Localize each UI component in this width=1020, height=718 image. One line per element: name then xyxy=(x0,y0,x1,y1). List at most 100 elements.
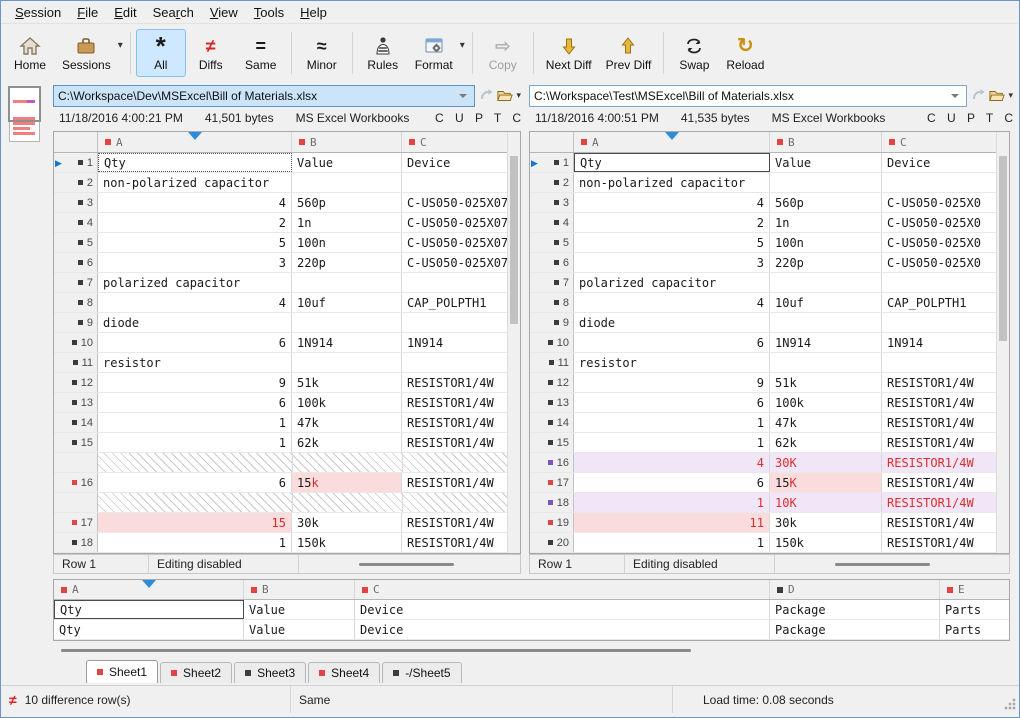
cell[interactable]: RESISTOR1/4W xyxy=(882,493,996,512)
cell[interactable]: RESISTOR1/4W xyxy=(882,393,996,412)
cell[interactable]: Device xyxy=(402,153,507,172)
right-browse-dropdown-icon[interactable]: ▾ xyxy=(1008,90,1013,101)
cell[interactable] xyxy=(292,273,402,292)
merged-column-header-b[interactable]: B xyxy=(244,580,355,599)
cell[interactable]: 1 xyxy=(574,533,770,552)
table-row[interactable]: 8410ufCAP_POLPTH1 xyxy=(530,293,996,313)
cell[interactable]: 1N914 xyxy=(882,333,996,352)
merged-header-row[interactable]: QtyValueDevicePackageParts xyxy=(54,600,1009,620)
column-header-c[interactable]: C xyxy=(882,132,996,152)
vertical-scrollbar-thumb[interactable] xyxy=(510,156,518,324)
cell[interactable]: 100k xyxy=(292,393,402,412)
row-number-cell[interactable]: 15 xyxy=(54,433,98,452)
table-row[interactable]: 17615KRESISTOR1/4W xyxy=(530,473,996,493)
format-dropdown-icon[interactable]: ▾ xyxy=(460,40,465,51)
cell[interactable]: C-US050-025X0 xyxy=(882,253,996,272)
cell[interactable]: RESISTOR1/4W xyxy=(402,373,507,392)
merged-column-header-d[interactable]: D xyxy=(770,580,940,599)
bottom-horizontal-scrollbar-thumb[interactable] xyxy=(61,649,691,652)
row-number-cell[interactable]: 5 xyxy=(530,233,574,252)
row-number-cell[interactable]: 4 xyxy=(54,213,98,232)
cell[interactable] xyxy=(882,273,996,292)
cell[interactable]: polarized capacitor xyxy=(574,273,770,292)
table-row[interactable]: 11resistor xyxy=(530,353,996,373)
left-refresh-icon[interactable] xyxy=(478,87,494,105)
cell[interactable]: resistor xyxy=(574,353,770,372)
cell[interactable]: 15K xyxy=(770,473,882,492)
left-file-flags[interactable]: C U P T C xyxy=(435,111,521,125)
table-row[interactable]: 2non-polarized capacitor xyxy=(530,173,996,193)
cell[interactable]: 2 xyxy=(574,213,770,232)
row-number-cell[interactable]: 8 xyxy=(530,293,574,312)
cell[interactable]: 4 xyxy=(98,293,292,312)
diff-map[interactable] xyxy=(9,87,40,142)
cell[interactable]: 1 xyxy=(98,433,292,452)
cell[interactable]: RESISTOR1/4W xyxy=(882,433,996,452)
cell[interactable] xyxy=(770,273,882,292)
menu-item-view[interactable]: View xyxy=(202,2,246,23)
cell[interactable] xyxy=(882,353,996,372)
right-refresh-icon[interactable] xyxy=(970,87,986,105)
resize-grip-icon[interactable] xyxy=(1004,698,1016,710)
menu-item-edit[interactable]: Edit xyxy=(106,2,144,23)
left-browse-folder-icon[interactable] xyxy=(497,87,513,105)
cell[interactable]: 3 xyxy=(574,253,770,272)
cell[interactable]: 3 xyxy=(98,253,292,272)
table-row[interactable]: 421nC-US050-025X07 xyxy=(54,213,507,233)
cell[interactable]: C-US050-025X07 xyxy=(402,233,507,252)
row-number-cell[interactable]: 7 xyxy=(530,273,574,292)
same-button[interactable]: = Same xyxy=(236,29,286,77)
cell[interactable]: 30K xyxy=(770,453,882,472)
row-number-cell[interactable]: 2 xyxy=(54,173,98,192)
row-number-cell[interactable]: 16 xyxy=(54,473,98,492)
menu-item-help[interactable]: Help xyxy=(292,2,335,23)
row-number-cell[interactable]: 8 xyxy=(54,293,98,312)
left-horizontal-scrollbar-thumb[interactable] xyxy=(359,563,454,566)
left-path-input[interactable]: C:\Workspace\Dev\MSExcel\Bill of Materia… xyxy=(53,85,475,107)
cell[interactable] xyxy=(292,353,402,372)
cell[interactable] xyxy=(292,313,402,332)
prev-diff-button[interactable]: Prev Diff xyxy=(599,29,659,77)
cell[interactable]: diode xyxy=(98,313,292,332)
cell[interactable]: 1N914 xyxy=(292,333,402,352)
row-number-cell[interactable]: 4 xyxy=(530,213,574,232)
cell[interactable]: Value xyxy=(244,600,355,619)
row-number-cell[interactable]: 20 xyxy=(530,533,574,552)
placeholder-row[interactable] xyxy=(54,453,507,473)
column-header-b[interactable]: B xyxy=(292,132,402,152)
cell[interactable]: Package xyxy=(770,620,940,639)
placeholder-row[interactable] xyxy=(54,493,507,513)
cell[interactable]: 51k xyxy=(292,373,402,392)
row-number-cell[interactable]: 6 xyxy=(530,253,574,272)
cell[interactable]: RESISTOR1/4W xyxy=(882,453,996,472)
cell[interactable]: Qty xyxy=(54,620,244,639)
menu-item-file[interactable]: File xyxy=(69,2,106,23)
table-row[interactable]: 8410ufCAP_POLPTH1 xyxy=(54,293,507,313)
cell[interactable] xyxy=(882,173,996,192)
cell[interactable]: 1n xyxy=(292,213,402,232)
rules-button[interactable]: Rules xyxy=(358,29,408,77)
key-column-indicator-icon[interactable] xyxy=(142,580,156,588)
sheet-tab-sheet2[interactable]: Sheet2 xyxy=(160,662,232,683)
sheet-tab-sheet5[interactable]: -/Sheet5 xyxy=(382,662,461,683)
row-number-cell[interactable]: 16 xyxy=(530,453,574,472)
row-number-cell[interactable]: 2 xyxy=(530,173,574,192)
right-file-format[interactable]: MS Excel Workbooks xyxy=(772,111,886,125)
row-number-cell[interactable] xyxy=(54,493,98,512)
merged-header-row[interactable]: QtyValueDevicePackageParts xyxy=(54,620,1009,640)
row-number-cell[interactable]: 9 xyxy=(54,313,98,332)
cell[interactable]: diode xyxy=(574,313,770,332)
table-row[interactable]: 63220pC-US050-025X0 xyxy=(530,253,996,273)
cell[interactable]: 6 xyxy=(98,473,292,492)
sheet-tab-sheet1[interactable]: Sheet1 xyxy=(86,660,158,683)
key-column-indicator-icon[interactable] xyxy=(188,132,202,140)
cell[interactable]: C-US050-025X0 xyxy=(882,193,996,212)
cell[interactable]: C-US050-025X0 xyxy=(882,233,996,252)
cell[interactable]: Value xyxy=(770,153,882,172)
row-number-cell[interactable]: 3 xyxy=(54,193,98,212)
table-row[interactable]: 11resistor xyxy=(54,353,507,373)
cell[interactable]: 1 xyxy=(98,413,292,432)
cell[interactable]: 10uf xyxy=(770,293,882,312)
row-number-cell[interactable]: 18 xyxy=(530,493,574,512)
row-number-cell[interactable]: 10 xyxy=(54,333,98,352)
